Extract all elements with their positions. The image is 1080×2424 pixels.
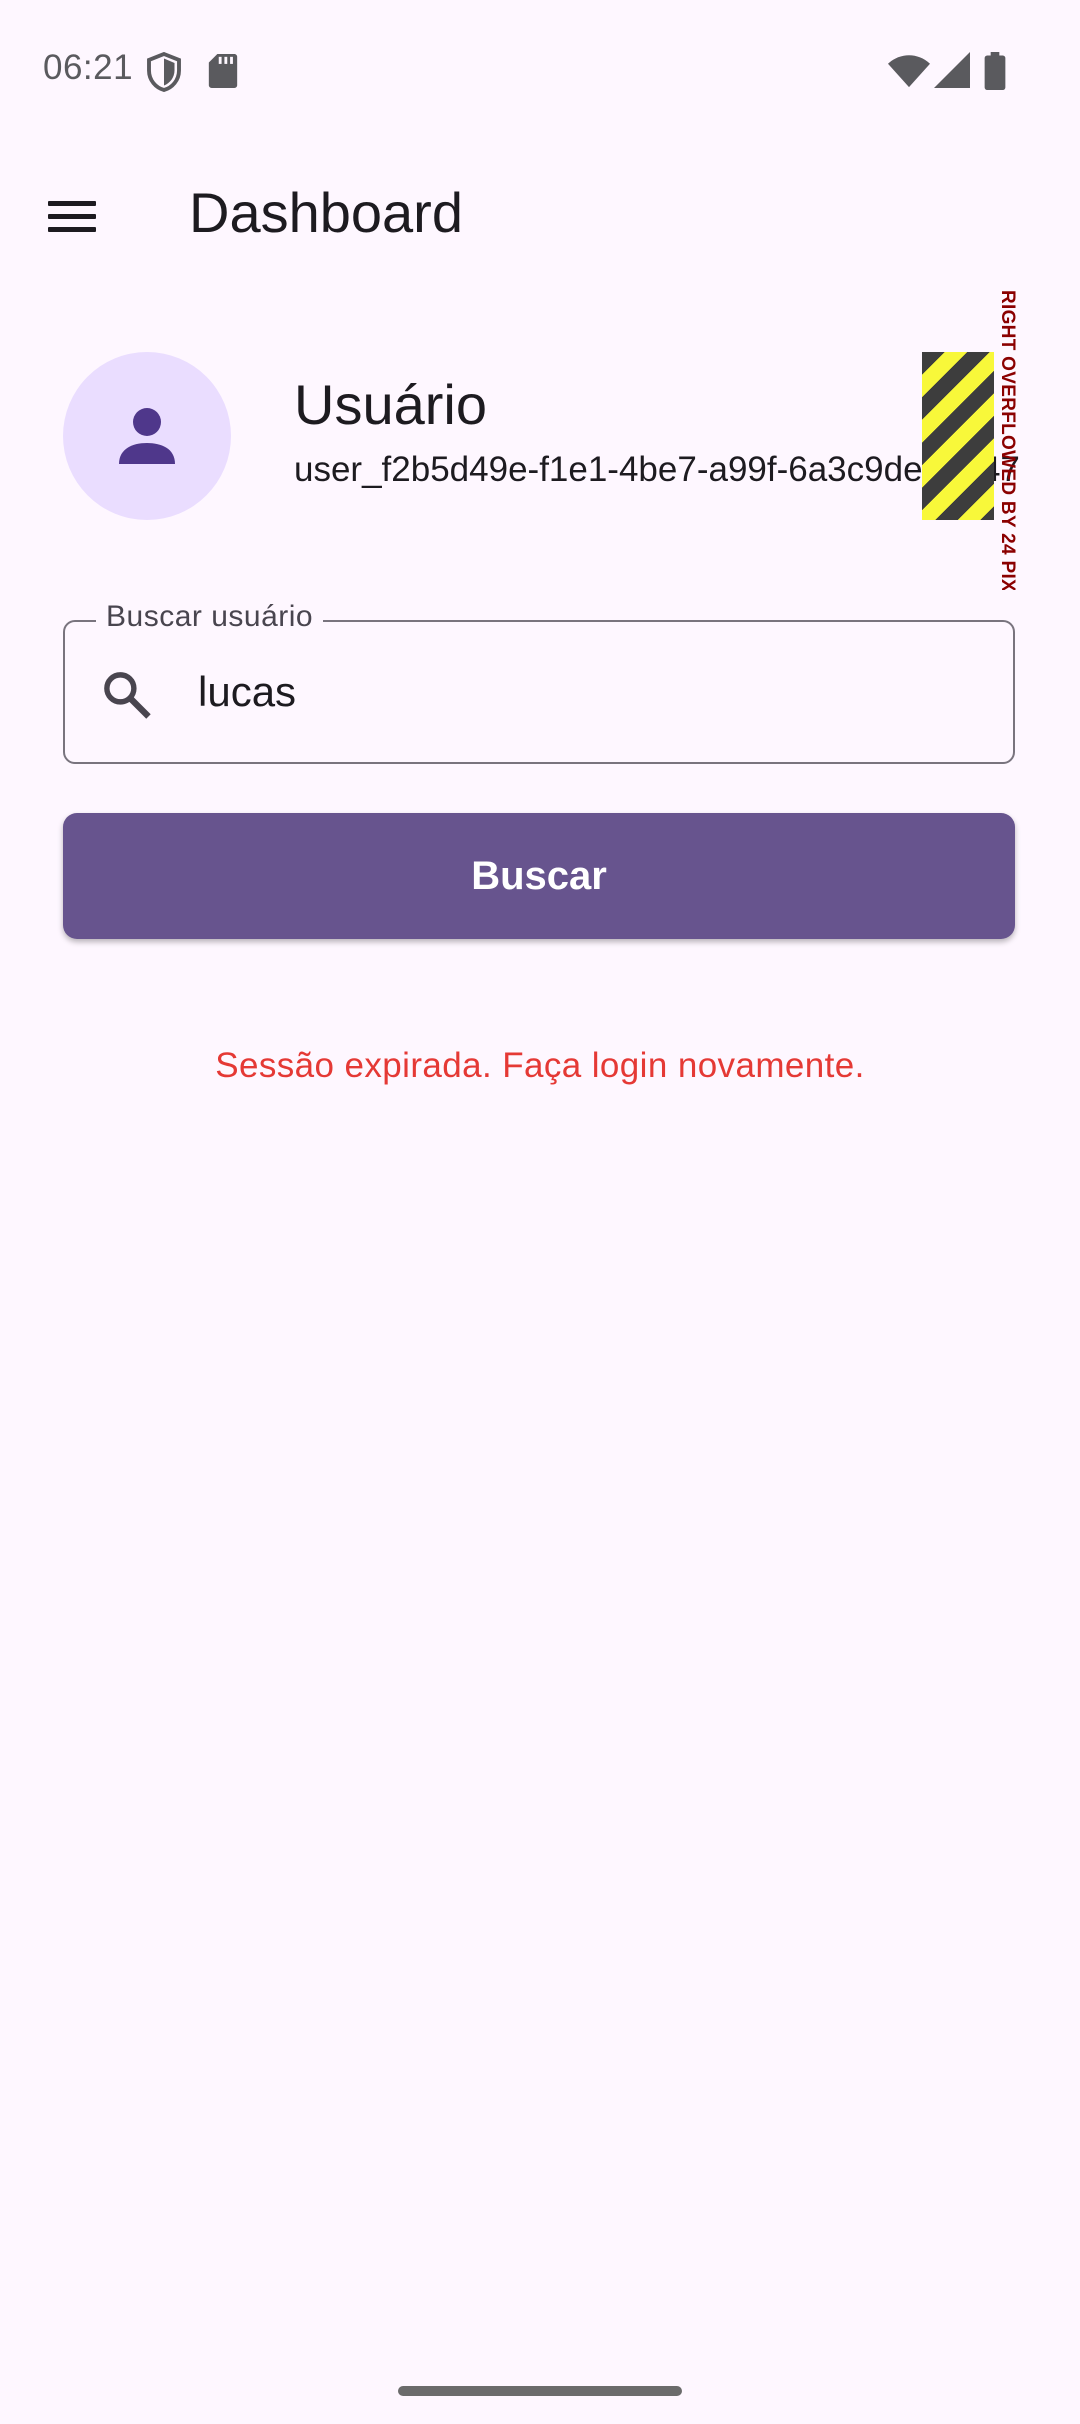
app-bar: Dashboard [0,140,1080,290]
avatar [63,352,231,520]
page-title: Dashboard [189,181,463,244]
shield-icon [147,52,181,92]
overflow-warning-label: RIGHT OVERFLOWED BY 24 PIXELS [994,290,1018,590]
person-icon [119,408,175,464]
wifi-icon [888,55,930,88]
overflow-warning-stripes [922,352,994,520]
menu-icon[interactable] [48,198,98,234]
battery-icon [984,52,1006,90]
cellular-signal-icon [934,52,970,88]
screen: 06:21 Dashboard Usuário user_f2b5d49e-f1… [0,0,1080,2424]
search-input[interactable] [198,660,978,724]
user-name: Usuário [294,373,487,436]
search-field-label: Buscar usuário [96,600,324,634]
search-button[interactable]: Buscar [63,813,1015,939]
error-message: Sessão expirada. Faça login novamente. [215,1046,865,1085]
gesture-bar[interactable] [398,2386,682,2396]
sd-card-icon [208,54,238,88]
overflow-warning-text: RIGHT OVERFLOWED BY 24 PIXELS [997,290,1018,590]
status-bar: 06:21 [0,0,1080,140]
status-time: 06:21 [43,48,134,87]
search-icon [104,672,151,719]
